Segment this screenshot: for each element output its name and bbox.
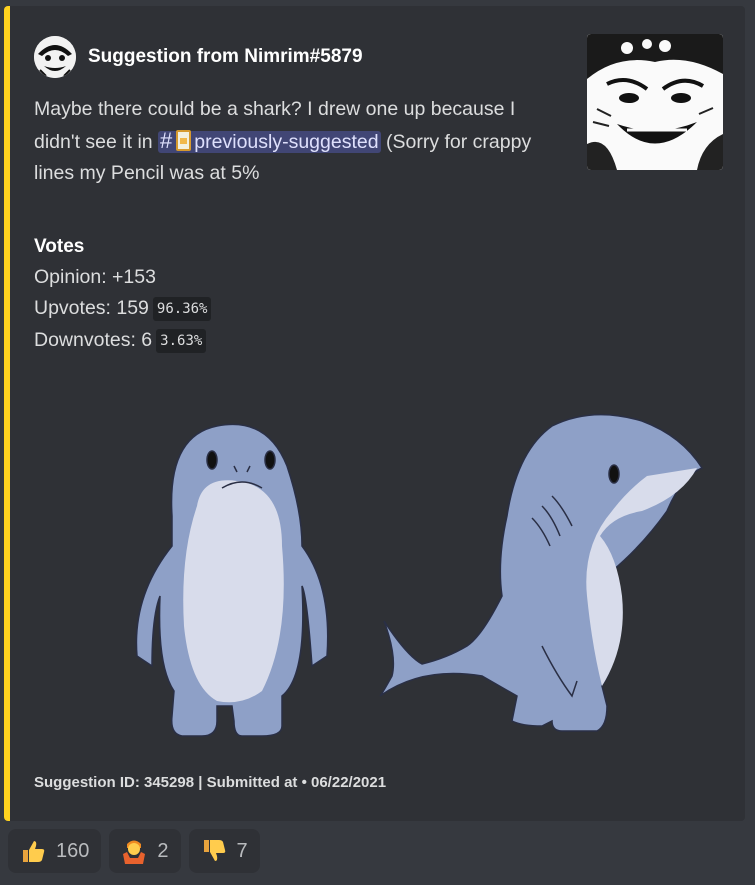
opinion-line: Opinion: +153	[34, 266, 156, 288]
side-shark	[379, 413, 704, 732]
thumbs-up-icon	[23, 841, 45, 862]
front-shark	[135, 423, 329, 737]
manga-avatar-icon[interactable]	[34, 36, 76, 78]
reaction-thumbs-down[interactable]: 7	[188, 829, 260, 873]
shark-drawing-icon[interactable]	[122, 396, 722, 751]
channel-mention-name: previously-suggested	[194, 131, 379, 153]
thumbs-down-icon	[203, 840, 225, 861]
downvotes-line: Downvotes: 6 3.63%	[34, 325, 554, 357]
upvotes-percent: 96.36%	[152, 297, 212, 321]
downvotes-percent: 3.63%	[156, 329, 207, 353]
upvotes-label: Upvotes: 159	[34, 297, 149, 319]
hash-icon: #	[160, 128, 173, 153]
embed-thumbnail[interactable]	[587, 34, 723, 170]
reaction-thumbs-up[interactable]: 160	[8, 829, 102, 873]
votes-title: Votes	[34, 236, 85, 257]
downvotes-label: Downvotes: 6	[34, 329, 153, 351]
embed-footer: Suggestion ID: 345298 | Submitted at • 0…	[34, 774, 387, 791]
reaction-count: 7	[236, 839, 248, 862]
embed-description: Maybe there could be a shark? I drew one…	[34, 94, 554, 189]
memo-icon	[176, 130, 192, 151]
channel-mention[interactable]: # previously-suggested	[158, 128, 381, 153]
person-shrugging-icon	[123, 840, 146, 864]
reaction-person-shrugging[interactable]: 2	[109, 829, 181, 873]
reaction-count: 160	[56, 839, 90, 862]
reactions-bar: 160 2 7	[8, 829, 260, 873]
author-name[interactable]: Suggestion from Nimrim#5879	[88, 46, 363, 68]
upvotes-line: Upvotes: 159 96.36%	[34, 293, 554, 325]
reaction-count: 2	[157, 839, 169, 862]
suggestion-embed: Suggestion from Nimrim#5879 Maybe there …	[4, 6, 745, 821]
votes-field: Votes Opinion: +153 Upvotes: 159 96.36% D…	[34, 232, 554, 357]
embed-author: Suggestion from Nimrim#5879	[34, 36, 363, 78]
